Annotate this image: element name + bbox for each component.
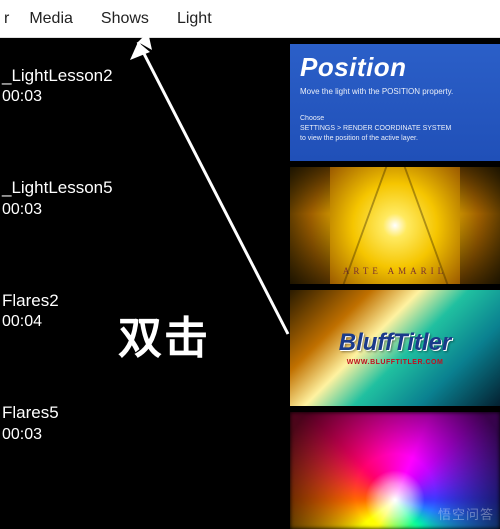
show-duration: 00:03 <box>2 201 290 219</box>
show-duration: 00:03 <box>2 88 290 106</box>
watermark: 悟空问答 <box>438 504 494 523</box>
thumbnail-position[interactable]: Position Move the light with the POSITIO… <box>290 44 500 161</box>
thumbnail-blufftitler[interactable]: BluffTitler WWW.BLUFFTITLER.COM <box>290 290 500 407</box>
double-click-label: 双击 <box>118 302 210 366</box>
thumb-logo: BluffTitler <box>339 329 451 357</box>
thumbnail-yellow-flare[interactable]: ARTE AMARIL <box>290 167 500 284</box>
menu-media[interactable]: Media <box>15 4 87 34</box>
menu-bar: r Media Shows Light <box>0 0 500 38</box>
thumb-smalltext: Choose SETTINGS > RENDER COORDINATE SYST… <box>300 114 490 143</box>
show-name: _LightLesson2 <box>2 66 290 86</box>
show-name: _LightLesson5 <box>2 178 290 198</box>
list-item[interactable]: _LightLesson5 00:03 <box>0 178 290 218</box>
thumb-subtitle: Move the light with the POSITION propert… <box>300 87 490 96</box>
menu-item-cut[interactable]: r <box>4 4 15 34</box>
menu-shows[interactable]: Shows <box>87 4 163 34</box>
menu-light[interactable]: Light <box>163 4 226 34</box>
thumb-title: Position <box>300 52 490 83</box>
list-item[interactable]: Flares5 00:03 <box>0 403 290 443</box>
content-area: _LightLesson2 00:03 _LightLesson5 00:03 … <box>0 38 500 529</box>
show-list: _LightLesson2 00:03 _LightLesson5 00:03 … <box>0 38 290 529</box>
show-name: Flares5 <box>2 403 290 423</box>
thumbnail-column: Position Move the light with the POSITIO… <box>290 38 500 529</box>
thumb-url: WWW.BLUFFTITLER.COM <box>347 359 444 366</box>
thumb-caption: ARTE AMARIL <box>343 266 447 276</box>
show-duration: 00:03 <box>2 426 290 444</box>
list-item[interactable]: _LightLesson2 00:03 <box>0 66 290 106</box>
